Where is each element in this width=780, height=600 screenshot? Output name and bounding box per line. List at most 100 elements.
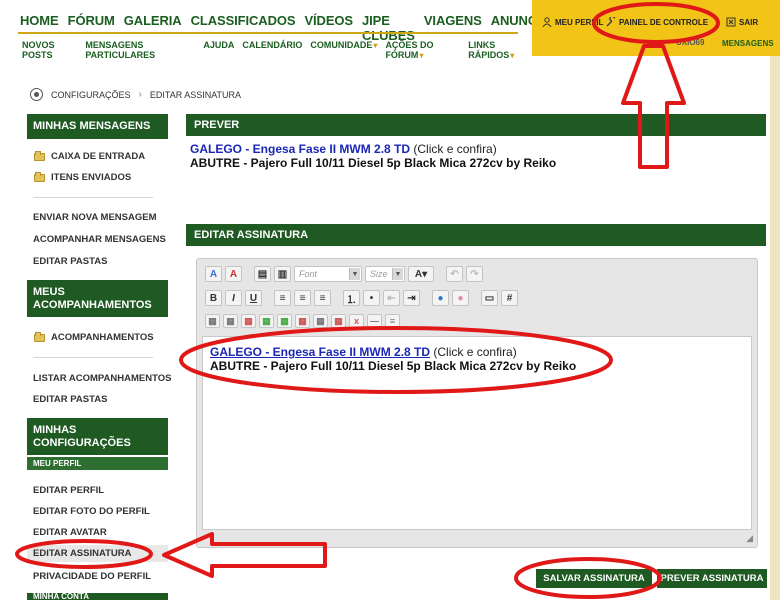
size-select-value: Size [370, 269, 388, 279]
nav-trips[interactable]: VIAGENS [424, 13, 482, 43]
delete-column-icon[interactable]: ▦ [313, 314, 328, 328]
redo-icon[interactable]: ↷ [466, 266, 483, 282]
sidebar-item-list-subscriptions[interactable]: LISTAR ACOMPANHAMENTOS [33, 373, 171, 384]
save-signature-button[interactable]: SALVAR ASSINATURA [536, 569, 652, 588]
paste-text-icon[interactable]: ▥ [274, 266, 291, 282]
size-select[interactable]: Size ▼ [365, 266, 405, 282]
editor-toolbar-row-2: B I U ≡ ≡ ≡ ⒈ • ⇤ ⇥ ● ● ▭ # [205, 290, 518, 306]
undo-icon[interactable]: ↶ [446, 266, 463, 282]
subnav-private-messages[interactable]: MENSAGENS PARTICULARES [85, 40, 195, 60]
preview-signature: GALEGO - Engesa Fase II MWM 2.8 TD (Clic… [190, 142, 556, 170]
indent-icon[interactable]: ⇥ [403, 290, 420, 306]
sidebar-item-edit-folders-2[interactable]: EDITAR PASTAS [33, 394, 107, 405]
sidebar-item-inbox[interactable]: CAIXA DE ENTRADA [34, 150, 145, 162]
subnav-quick-links[interactable]: LINKS RÁPIDOS▾ [468, 40, 532, 60]
subnav-new-posts[interactable]: NOVOS POSTS [22, 40, 77, 60]
sidebar-header-line: CONFIGURAÇÕES [33, 437, 131, 449]
sidebar-item-edit-profile-photo[interactable]: EDITAR FOTO DO PERFIL [33, 506, 150, 517]
my-profile-label: MEU PERFIL [555, 17, 604, 27]
my-profile-link[interactable]: MEU PERFIL [542, 17, 603, 27]
merge-cells-icon[interactable]: ▦ [331, 314, 346, 328]
user-bar: MEU PERFIL PAINEL DE CONTROLE SAIR UXIO6… [532, 0, 780, 56]
username[interactable]: UXIO69 [676, 38, 704, 47]
sidebar-item-sent[interactable]: ITENS ENVIADOS [34, 171, 132, 183]
sidebar-item-edit-folders[interactable]: EDITAR PASTAS [33, 256, 107, 267]
sidebar-item-send-message[interactable]: ENVIAR NOVA MENSAGEM [33, 212, 157, 223]
preview-signature-link[interactable]: GALEGO - Engesa Fase II MWM 2.8 TD [190, 142, 410, 156]
user-icon [542, 17, 552, 27]
sidebar-divider [33, 197, 153, 198]
signature-editor: A A ▤ ▥ Font ▼ Size ▼ A▾ ↶ ↷ B I U ≡ ≡ ≡ ⒈… [196, 258, 758, 548]
horizontal-rule-icon[interactable]: — [367, 314, 382, 328]
insert-column-icon[interactable]: ▦ [277, 314, 292, 328]
paste-icon[interactable]: ▤ [254, 266, 271, 282]
sidebar-item-edit-profile[interactable]: EDITAR PERFIL [33, 485, 104, 496]
editor-toolbar-row-1: A A ▤ ▥ Font ▼ Size ▼ A▾ ↶ ↷ [205, 266, 483, 282]
editor-signature-link[interactable]: GALEGO - Engesa Fase II MWM 2.8 TD [210, 345, 430, 359]
table-props-icon[interactable]: ▦ [223, 314, 238, 328]
nav-videos[interactable]: VÍDEOS [304, 13, 353, 43]
edit-signature-header: EDITAR ASSINATURA [186, 224, 766, 246]
subnav-help[interactable]: AJUDA [203, 40, 234, 60]
sidebar-header-line: ACOMPANHAMENTOS [33, 299, 152, 311]
breadcrumb: CONFIGURAÇÕES › EDITAR ASSINATURA [30, 88, 241, 101]
editor-toolbar-row-3: ▦ ▦ ▦ ▦ ▦ ▦ ▦ ▦ x — ≡ [205, 314, 400, 328]
remove-format-icon[interactable]: A [205, 266, 222, 282]
font-select[interactable]: Font ▼ [294, 266, 362, 282]
editor-line-1: GALEGO - Engesa Fase II MWM 2.8 TD (Clic… [210, 345, 744, 359]
subnav-calendar[interactable]: CALENDÁRIO [242, 40, 302, 60]
cut-icon[interactable]: x [349, 314, 364, 328]
nav-classifieds[interactable]: CLASSIFICADOS [191, 13, 296, 43]
numbered-list-icon[interactable]: ⒈ [343, 290, 360, 306]
sidebar-item-profile-privacy[interactable]: PRIVACIDADE DO PERFIL [33, 571, 151, 582]
bold-icon[interactable]: B [205, 290, 222, 306]
align-right-icon[interactable]: ≡ [314, 290, 331, 306]
text-color-icon[interactable]: A▾ [408, 266, 434, 282]
align-left-icon[interactable]: ≡ [274, 290, 291, 306]
remove-link-icon[interactable]: ● [452, 290, 469, 306]
control-panel-link[interactable]: PAINEL DE CONTROLE [606, 17, 708, 27]
quote-icon[interactable]: ▭ [481, 290, 498, 306]
subnav-forum-actions-label: AÇÕES DO FÓRUM [385, 40, 434, 60]
nav-jeep-clubs[interactable]: JIPE CLUBES [362, 13, 415, 43]
sidebar-item-track-messages[interactable]: ACOMPANHAR MENSAGENS [33, 234, 166, 245]
clear-format-icon[interactable]: A [225, 266, 242, 282]
insert-row-icon[interactable]: ▦ [259, 314, 274, 328]
table-icon[interactable]: ▦ [205, 314, 220, 328]
subnav-community[interactable]: COMUNIDADE▾ [310, 40, 377, 60]
sidebar-item-edit-avatar[interactable]: EDITAR AVATAR [33, 527, 107, 538]
folder-icon [34, 150, 45, 161]
hashtag-icon[interactable]: # [501, 290, 518, 306]
preview-signature-button[interactable]: PREVER ASSINATURA [657, 569, 767, 588]
sidebar-item-label: ITENS ENVIADOS [51, 172, 132, 183]
sidebar-subheader-profile: MEU PERFIL [27, 457, 168, 470]
resize-handle-icon[interactable]: ◢ [746, 533, 753, 544]
italic-icon[interactable]: I [225, 290, 242, 306]
insert-link-icon[interactable]: ● [432, 290, 449, 306]
nav-gallery[interactable]: GALERIA [124, 13, 182, 43]
chevron-down-icon: ▾ [373, 41, 378, 50]
align-center-icon[interactable]: ≡ [294, 290, 311, 306]
sidebar-item-edit-signature[interactable]: EDITAR ASSINATURA [27, 545, 168, 562]
table-delete-icon[interactable]: ▦ [241, 314, 256, 328]
sidebar-header-line: MINHAS [33, 424, 77, 436]
delete-row-icon[interactable]: ▦ [295, 314, 310, 328]
bulleted-list-icon[interactable]: • [363, 290, 380, 306]
chevron-down-icon: ▼ [392, 268, 403, 280]
formatting-icon[interactable]: ≡ [385, 314, 400, 328]
logout-link[interactable]: SAIR [726, 17, 758, 27]
messages-link[interactable]: MENSAGENS [722, 39, 774, 48]
sidebar-header-account: MINHA CONTA [27, 593, 168, 600]
sidebar-item-subscriptions-folder[interactable]: ACOMPANHAMENTOS [34, 331, 154, 343]
nav-home[interactable]: HOME [20, 13, 59, 43]
editor-link-suffix: (Click e confira) [430, 345, 517, 359]
signature-text-area[interactable]: GALEGO - Engesa Fase II MWM 2.8 TD (Clic… [202, 336, 752, 530]
underline-icon[interactable]: U [245, 290, 262, 306]
home-icon[interactable] [30, 88, 43, 101]
subnav-forum-actions[interactable]: AÇÕES DO FÓRUM▾ [385, 40, 460, 60]
nav-forum[interactable]: FÓRUM [68, 13, 115, 43]
outdent-icon[interactable]: ⇤ [383, 290, 400, 306]
folder-icon [34, 331, 45, 342]
breadcrumb-settings[interactable]: CONFIGURAÇÕES [51, 90, 131, 100]
font-select-value: Font [299, 269, 318, 279]
